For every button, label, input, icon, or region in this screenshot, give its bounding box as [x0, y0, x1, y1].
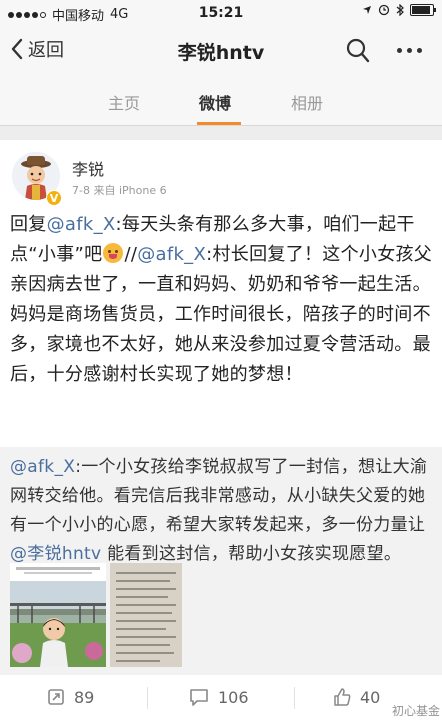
- action-divider: [147, 687, 148, 709]
- status-bar: 中国移动 4G 15:21: [0, 0, 442, 26]
- tab-home[interactable]: 主页: [108, 90, 140, 114]
- handwritten-letter-image: [110, 563, 182, 667]
- back-label: 返回: [28, 40, 64, 61]
- post-author[interactable]: 李锐: [72, 156, 104, 180]
- more-dot-icon: [417, 48, 422, 53]
- mention-link[interactable]: @李锐hntv: [10, 544, 101, 564]
- more-dot-icon: [397, 48, 402, 53]
- search-button[interactable]: [346, 38, 370, 64]
- mention-link[interactable]: @afk_X: [10, 457, 75, 477]
- kiss-emoji-icon: [103, 243, 124, 263]
- location-arrow-icon: [363, 6, 371, 14]
- profile-tabs: 主页 微博 相册: [0, 76, 442, 126]
- tab-weibo[interactable]: 微博: [199, 90, 231, 114]
- page-title: 李锐hntv: [177, 42, 265, 64]
- post-meta: 7-8 来自 iPhone 6: [72, 184, 167, 197]
- more-button[interactable]: [397, 48, 422, 53]
- repost-text-part: 能看到这封信，帮助小女孩实现愿望。: [101, 544, 402, 564]
- girl-photo-image: [10, 563, 106, 667]
- verified-badge: V: [46, 190, 62, 206]
- action-divider: [294, 687, 295, 709]
- back-button[interactable]: 返回: [10, 36, 64, 62]
- battery-icon: [410, 4, 436, 16]
- repost-count: 89: [74, 687, 95, 707]
- comment-count: 106: [218, 687, 249, 707]
- mention-link[interactable]: @afk_X: [47, 214, 116, 235]
- comment-button[interactable]: 106: [188, 687, 249, 707]
- repost-image-thumbnail[interactable]: [10, 563, 106, 667]
- weibo-post-card[interactable]: V 李锐 7-8 来自 iPhone 6 回复@afk_X:每天头条有那么多大事…: [0, 140, 442, 721]
- repost-body: @afk_X:一个小女孩给李锐叔叔写了一封信，想让大渝网转交给他。看完信后我非常…: [10, 453, 434, 569]
- search-icon: [346, 38, 370, 63]
- bluetooth-icon: [396, 4, 404, 16]
- alarm-icon: [378, 4, 390, 16]
- status-right: [362, 4, 436, 16]
- repost-icon: [48, 689, 64, 705]
- repost-button[interactable]: 89: [46, 687, 94, 707]
- comment-icon: [190, 689, 208, 706]
- repost-image-thumbnail[interactable]: [110, 563, 182, 667]
- post-body: 回复@afk_X:每天头条有那么多大事，咱们一起干点“小事”吧//@afk_X:…: [10, 210, 434, 390]
- post-text-part: :村长回复了！这个小女孩父亲因病去世了，一直和妈妈、奶奶和爷爷一起生活。妈妈是商…: [10, 244, 433, 385]
- thumbs-up-icon: [334, 688, 351, 706]
- post-text-separator: //: [124, 244, 138, 265]
- post-actions: 89 106 40: [0, 675, 442, 721]
- like-count: 40: [360, 687, 381, 707]
- tab-album[interactable]: 相册: [291, 90, 323, 114]
- more-dot-icon: [407, 48, 412, 53]
- like-button[interactable]: 40: [332, 687, 380, 707]
- mention-link[interactable]: @afk_X: [137, 244, 206, 265]
- watermark: 初心基金: [391, 704, 440, 718]
- active-tab-indicator: [197, 122, 241, 125]
- reposted-content[interactable]: @afk_X:一个小女孩给李锐叔叔写了一封信，想让大渝网转交给他。看完信后我非常…: [0, 447, 442, 675]
- reply-prefix: 回复: [10, 214, 47, 235]
- chevron-left-icon: [11, 38, 23, 60]
- navigation-bar: 返回 李锐hntv: [0, 26, 442, 76]
